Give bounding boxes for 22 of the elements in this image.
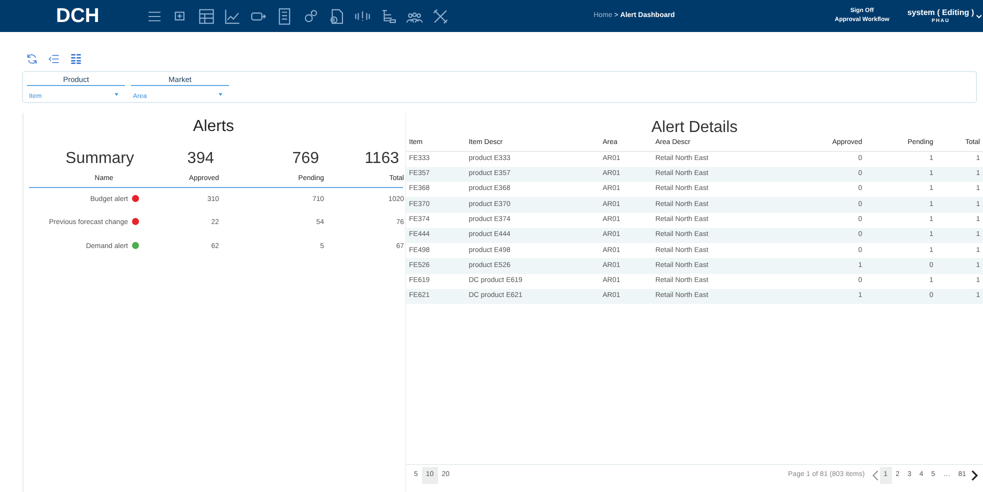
user-name[interactable]: system ( Editing ) (907, 8, 974, 18)
layout-icon[interactable] (198, 8, 215, 24)
panel-title: Alerts (192, 117, 235, 135)
panel-title: Alert Details (650, 118, 739, 136)
tools-icon[interactable] (432, 8, 449, 24)
chevron-down-icon[interactable] (975, 12, 983, 20)
caret-icon (114, 92, 119, 98)
summary-value: 394 (186, 149, 214, 169)
chevron-right-icon[interactable] (970, 470, 979, 481)
checklist-icon[interactable] (276, 8, 293, 24)
summary-label: Summary (64, 149, 134, 169)
refresh-icon[interactable] (26, 53, 38, 65)
summary-value: 1163 (364, 149, 399, 169)
caret-icon (218, 92, 223, 98)
indent-list-icon[interactable] (48, 53, 60, 65)
columns-icon[interactable] (70, 53, 82, 65)
logo: DCH (56, 4, 100, 29)
chevron-left-icon[interactable] (870, 470, 880, 481)
hierarchy-icon[interactable] (380, 8, 397, 24)
summary-value: 769 (291, 149, 319, 169)
document-upload-icon[interactable] (328, 8, 345, 24)
line-chart-icon[interactable] (224, 8, 241, 24)
